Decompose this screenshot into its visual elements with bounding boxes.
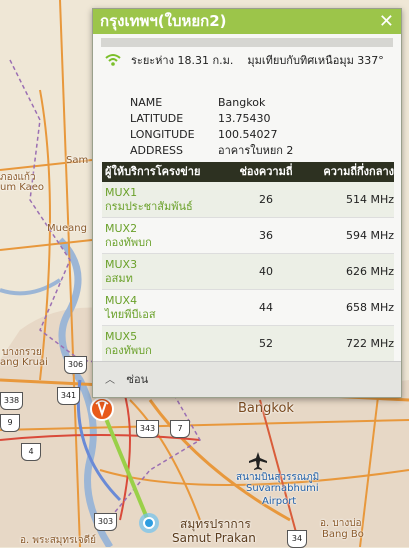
- info-key: LONGITUDE: [130, 128, 195, 141]
- collapse-label: ซ่อน: [126, 373, 149, 386]
- info-key: LATITUDE: [130, 112, 184, 125]
- provider-label: ไทยพีบีเอส: [105, 307, 156, 321]
- route-shield: 7: [170, 420, 190, 438]
- channel-cell: 26: [259, 193, 273, 206]
- provider-cell: MUX2 กองทัพบก: [102, 222, 226, 250]
- provider-cell: MUX5 กองทัพบก: [102, 330, 226, 358]
- map-label-samut-en: Samut Prakan: [172, 531, 256, 545]
- table-row[interactable]: MUX5 กองทัพบก 52 722 MHz: [102, 326, 394, 362]
- table-row[interactable]: MUX2 กองทัพบก 36 594 MHz: [102, 218, 394, 254]
- info-row-longitude: LONGITUDE 100.54027: [130, 127, 401, 143]
- frequency-cell: 626 MHz: [345, 265, 394, 278]
- location-marker-icon: [139, 513, 159, 533]
- map-label-bottom-thai: อ. พระสมุทรเจดีย์: [20, 535, 96, 546]
- channel-cell: 36: [259, 229, 273, 242]
- info-value: Bangkok: [218, 96, 266, 109]
- channel-cell: 44: [259, 301, 273, 314]
- route-shield: 341: [57, 387, 80, 405]
- map-label-mueang: Mueang: [47, 223, 87, 234]
- map-label-bangkok: Bangkok: [238, 401, 294, 416]
- provider-label: กรมประชาสัมพันธ์: [105, 199, 193, 213]
- route-shield: 4: [21, 443, 41, 461]
- map-label-sam: Sam: [66, 155, 89, 166]
- mux-label: MUX2: [105, 221, 138, 235]
- distance-text: ระยะห่าง 18.31 ก.ม.: [131, 54, 234, 67]
- mux-label: MUX1: [105, 185, 138, 199]
- route-shield: 306: [64, 356, 87, 374]
- bearing-text: มุมเทียบกับทิศเหนือมุม 337°: [247, 54, 384, 67]
- info-row-address: ADDRESS อาคารใบหยก 2: [130, 143, 401, 159]
- table-row[interactable]: MUX4 ไทยพีบีเอส 44 658 MHz: [102, 290, 394, 326]
- frequency-cell: 658 MHz: [345, 301, 394, 314]
- provider-cell: MUX4 ไทยพีบีเอส: [102, 294, 226, 322]
- info-value: 13.75430: [218, 112, 271, 125]
- header-channel: ช่องความถี่: [239, 165, 293, 178]
- map-label-airport-en2: Airport: [262, 496, 297, 507]
- provider-label: กองทัพบก: [105, 235, 152, 249]
- table-header: ผู้ให้บริการโครงข่าย ช่องความถี่ ความถี่…: [102, 162, 394, 182]
- distance-row: ระยะห่าง 18.31 ก.ม. มุมเทียบกับทิศเหนือม…: [93, 47, 401, 69]
- route-shield: 303: [94, 513, 117, 531]
- route-shield: 34: [287, 530, 307, 548]
- station-info: NAME Bangkok LATITUDE 13.75430 LONGITUDE…: [130, 95, 401, 159]
- transmitter-icon: [90, 397, 114, 421]
- close-button[interactable]: ✕: [379, 9, 394, 34]
- map-label-airport-en1: Suvarnabhumi: [246, 483, 319, 494]
- frequency-cell: 722 MHz: [345, 337, 394, 350]
- route-shield: 9: [0, 414, 20, 432]
- station-popup: กรุงเทพฯ(ใบหยก2) ✕ ระยะห่าง 18.31 ก.ม. ม…: [92, 8, 402, 398]
- info-row-latitude: LATITUDE 13.75430: [130, 111, 401, 127]
- info-value: 100.54027: [218, 128, 278, 141]
- provider-label: อสมท: [105, 271, 133, 285]
- header-provider: ผู้ให้บริการโครงข่าย: [105, 165, 201, 178]
- popup-subbar: [101, 38, 393, 47]
- header-frequency: ความถี่กึ่งกลาง: [323, 165, 394, 178]
- mux-label: MUX4: [105, 293, 138, 307]
- mux-label: MUX3: [105, 257, 138, 271]
- table-row[interactable]: MUX1 กรมประชาสัมพันธ์ 26 514 MHz: [102, 182, 394, 218]
- map-label-bangbo-en: Bang Bo: [322, 529, 364, 540]
- frequency-cell: 594 MHz: [345, 229, 394, 242]
- mux-table: ผู้ให้บริการโครงข่าย ช่องความถี่ ความถี่…: [102, 162, 394, 362]
- provider-cell: MUX1 กรมประชาสัมพันธ์: [102, 186, 226, 214]
- provider-label: กองทัพบก: [105, 343, 152, 357]
- popup-header: กรุงเทพฯ(ใบหยก2) ✕: [93, 9, 401, 34]
- table-body: MUX1 กรมประชาสัมพันธ์ 26 514 MHz MUX2 กอ…: [102, 182, 394, 362]
- map-label-bangkruai-en: ang Kruai: [0, 357, 48, 368]
- table-row[interactable]: MUX3 อสมท 40 626 MHz: [102, 254, 394, 290]
- info-row-name: NAME Bangkok: [130, 95, 401, 111]
- signal-icon: [105, 54, 121, 66]
- collapse-button[interactable]: ︿ ซ่อน: [93, 361, 401, 397]
- channel-cell: 52: [259, 337, 273, 350]
- info-key: ADDRESS: [130, 144, 184, 157]
- provider-cell: MUX3 อสมท: [102, 258, 226, 286]
- popup-title: กรุงเทพฯ(ใบหยก2): [100, 12, 227, 30]
- frequency-cell: 514 MHz: [345, 193, 394, 206]
- channel-cell: 40: [259, 265, 273, 278]
- route-shield: 338: [0, 392, 23, 410]
- chevron-up-icon: ︿: [105, 375, 115, 386]
- mux-label: MUX5: [105, 329, 138, 343]
- map-label-kaeo-en: um Kaeo: [0, 182, 45, 193]
- info-key: NAME: [130, 96, 163, 109]
- route-shield: 343: [136, 420, 159, 438]
- info-value: อาคารใบหยก 2: [218, 144, 294, 157]
